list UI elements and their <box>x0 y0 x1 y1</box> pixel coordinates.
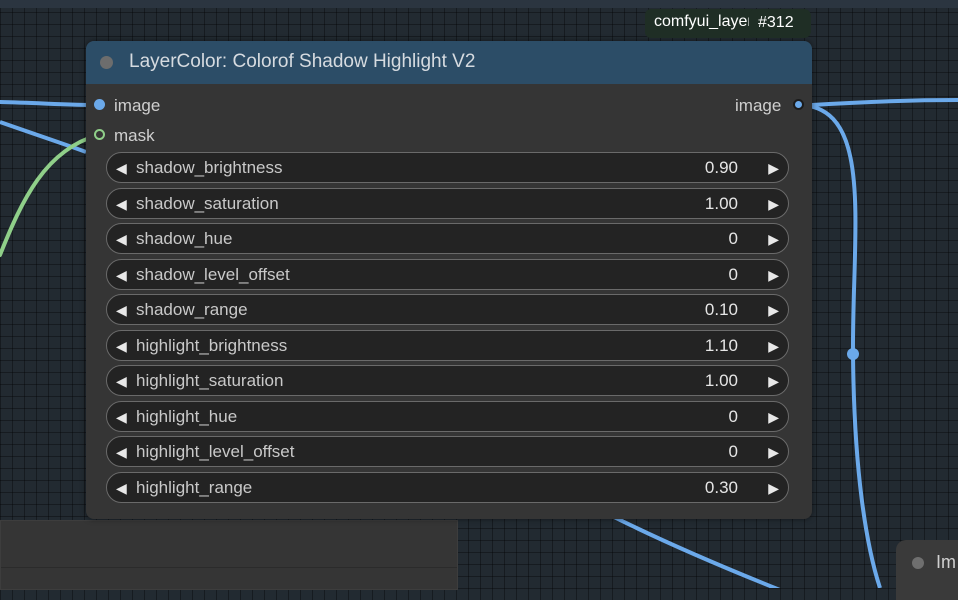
offscreen-node-title: Im <box>936 552 956 572</box>
image-output-link-right[interactable] <box>811 98 958 107</box>
increment-arrow-icon[interactable]: ▶ <box>768 300 779 320</box>
increment-arrow-icon[interactable]: ▶ <box>768 442 779 462</box>
colorof-shadow-highlight-node[interactable]: LayerColor: Colorof Shadow Highlight V2 … <box>86 41 812 519</box>
decrement-arrow-icon[interactable]: ◀ <box>116 300 127 320</box>
node-id-badge: #312 <box>749 9 811 38</box>
widget-highlight-brightness[interactable]: ◀ highlight_brightness 1.10 ▶ <box>106 329 789 361</box>
widget-value[interactable]: 1.10 <box>705 336 738 356</box>
widget-name: highlight_hue <box>136 406 238 426</box>
image-output-label: image <box>735 96 782 115</box>
widget-value[interactable]: 0.30 <box>705 478 738 498</box>
widget-highlight-saturation[interactable]: ◀ highlight_saturation 1.00 ▶ <box>106 365 789 396</box>
image-output-slot-dot[interactable] <box>793 99 804 110</box>
node-header[interactable]: LayerColor: Colorof Shadow Highlight V2 <box>86 41 812 84</box>
widget-name: shadow_brightness <box>136 158 283 177</box>
widget-name: shadow_range <box>136 300 248 319</box>
node-source-badge: comfyui_layerstyle <box>645 9 753 38</box>
offscreen-node-partial[interactable]: Im <box>896 540 958 600</box>
widget-shadow-level-offset[interactable]: ◀ shadow_level_offset 0 ▶ <box>106 258 789 290</box>
offscreen-node-collapse-dot[interactable] <box>912 557 924 569</box>
background-node-divider <box>1 567 457 568</box>
widget-value[interactable]: 0.10 <box>705 300 738 320</box>
increment-arrow-icon[interactable]: ▶ <box>768 371 779 391</box>
decrement-arrow-icon[interactable]: ◀ <box>116 158 127 178</box>
increment-arrow-icon[interactable]: ▶ <box>768 265 779 285</box>
widget-value[interactable]: 1.00 <box>705 194 738 214</box>
image-input-slot-dot[interactable] <box>94 99 105 110</box>
widget-name: highlight_saturation <box>136 371 284 390</box>
node-id-badge-text: #312 <box>758 14 794 31</box>
link-reroute-dot[interactable] <box>847 348 859 360</box>
decrement-arrow-icon[interactable]: ◀ <box>116 194 127 214</box>
decrement-arrow-icon[interactable]: ◀ <box>116 229 127 249</box>
increment-arrow-icon[interactable]: ▶ <box>768 407 779 427</box>
increment-arrow-icon[interactable]: ▶ <box>768 336 779 356</box>
widget-value[interactable]: 0 <box>729 229 738 249</box>
widget-highlight-hue[interactable]: ◀ highlight_hue 0 ▶ <box>106 400 789 432</box>
decrement-arrow-icon[interactable]: ◀ <box>116 371 127 391</box>
widget-value[interactable]: 0 <box>729 265 738 285</box>
widget-shadow-saturation[interactable]: ◀ shadow_saturation 1.00 ▶ <box>106 187 789 219</box>
widget-value[interactable]: 0 <box>729 407 738 427</box>
increment-arrow-icon[interactable]: ▶ <box>768 478 779 498</box>
increment-arrow-icon[interactable]: ▶ <box>768 158 779 178</box>
widget-highlight-level-offset[interactable]: ◀ highlight_level_offset 0 ▶ <box>106 436 789 467</box>
widget-name: shadow_level_offset <box>136 264 290 284</box>
node-title: LayerColor: Colorof Shadow Highlight V2 <box>129 51 476 72</box>
widget-name: highlight_brightness <box>136 335 288 355</box>
widget-name: shadow_hue <box>136 229 233 248</box>
background-node-partial[interactable] <box>0 520 458 590</box>
widget-value[interactable]: 1.00 <box>705 371 738 391</box>
image-link-bottom[interactable] <box>611 514 781 588</box>
decrement-arrow-icon[interactable]: ◀ <box>116 478 127 498</box>
mask-input-label: mask <box>114 126 155 145</box>
widget-value[interactable]: 0.90 <box>705 158 738 178</box>
increment-arrow-icon[interactable]: ▶ <box>768 194 779 214</box>
decrement-arrow-icon[interactable]: ◀ <box>116 265 127 285</box>
image-input-link[interactable] <box>0 100 100 107</box>
decrement-arrow-icon[interactable]: ◀ <box>116 407 127 427</box>
widget-shadow-range[interactable]: ◀ shadow_range 0.10 ▶ <box>106 294 789 325</box>
decrement-arrow-icon[interactable]: ◀ <box>116 336 127 356</box>
node-source-badge-text: comfyui_layerstyle <box>654 13 753 30</box>
decrement-arrow-icon[interactable]: ◀ <box>116 442 127 462</box>
collapse-toggle-dot[interactable] <box>100 56 113 69</box>
increment-arrow-icon[interactable]: ▶ <box>768 229 779 249</box>
mask-input-slot-dot[interactable] <box>94 129 105 140</box>
widget-name: shadow_saturation <box>136 193 279 213</box>
widget-name: highlight_range <box>136 477 253 497</box>
image-input-label: image <box>114 96 161 115</box>
widget-shadow-brightness[interactable]: ◀ shadow_brightness 0.90 ▶ <box>106 152 789 183</box>
widget-name: highlight_level_offset <box>136 442 295 461</box>
widget-value[interactable]: 0 <box>729 442 738 462</box>
widget-highlight-range[interactable]: ◀ highlight_range 0.30 ▶ <box>106 471 789 503</box>
widget-shadow-hue[interactable]: ◀ shadow_hue 0 ▶ <box>106 223 789 254</box>
